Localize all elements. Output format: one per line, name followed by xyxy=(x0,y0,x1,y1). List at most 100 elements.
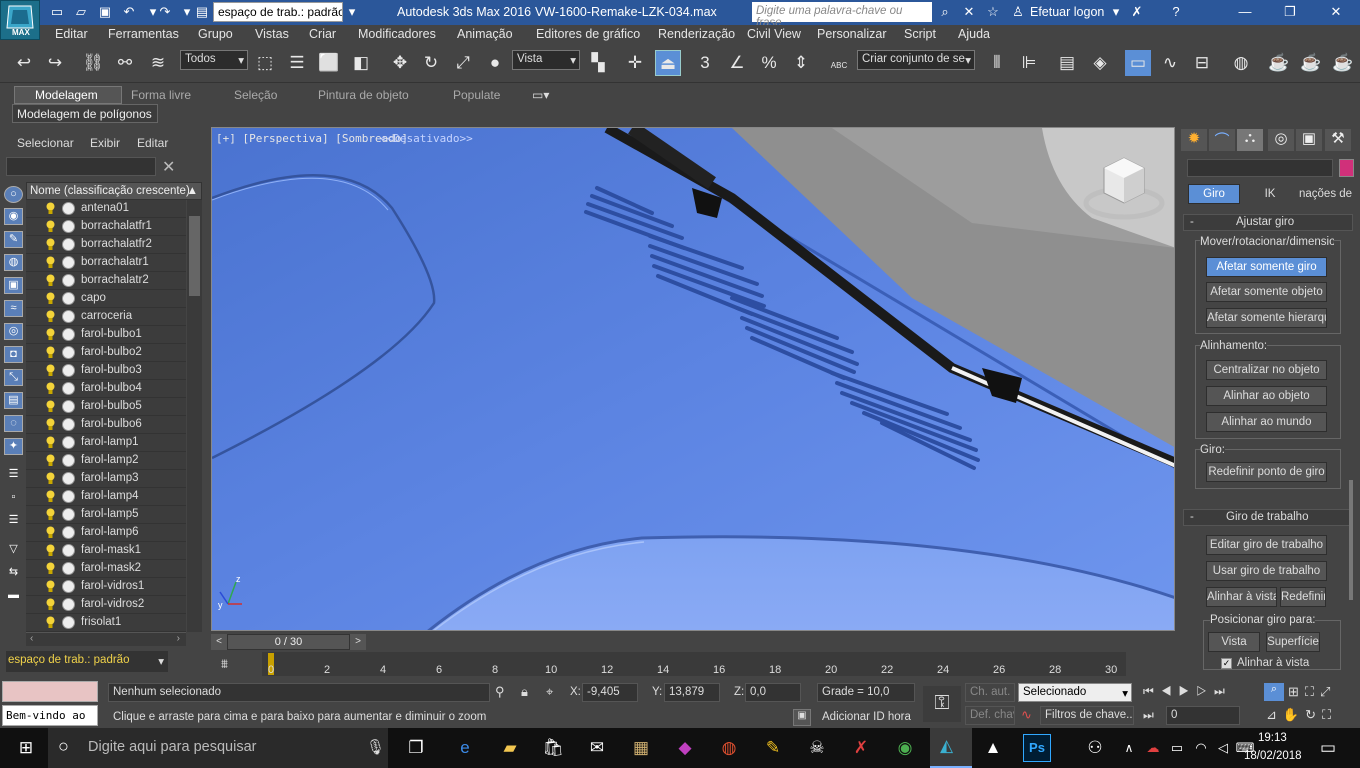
login-link[interactable]: Efetuar logon xyxy=(1030,5,1104,19)
zoom-extents-icon[interactable]: ⛶ xyxy=(1305,684,1320,699)
list-item[interactable]: farol-lamp2 xyxy=(26,452,186,470)
lightbulb-icon[interactable] xyxy=(46,526,55,539)
freeze-toggle-icon[interactable] xyxy=(62,274,75,287)
material-editor-icon[interactable]: ◍ xyxy=(1228,50,1254,76)
freeze-toggle-icon[interactable] xyxy=(62,346,75,359)
list-item[interactable]: farol-lamp3 xyxy=(26,470,186,488)
app-icon-4[interactable]: ✎ xyxy=(761,736,785,760)
freeze-toggle-icon[interactable] xyxy=(62,202,75,215)
ribbon-options-icon[interactable]: ▭▾ xyxy=(532,88,549,102)
previous-frame-icon[interactable]: ◀ xyxy=(1161,684,1179,698)
display-spacewarps-icon[interactable]: ◎ xyxy=(4,323,23,340)
lightbulb-icon[interactable] xyxy=(46,418,55,431)
list-item[interactable]: farol-lamp4 xyxy=(26,488,186,506)
perspective-viewport[interactable]: [+] [Perspectiva] [Sombreado] <<Desativa… xyxy=(211,127,1175,631)
scene-list-scrollbar[interactable] xyxy=(187,200,202,632)
field-of-view-icon[interactable]: ⊿ xyxy=(1266,707,1283,722)
maximize-viewport-icon[interactable]: ⛶ xyxy=(1322,707,1337,722)
freeze-toggle-icon[interactable] xyxy=(62,310,75,323)
list-item[interactable]: farol-lamp6 xyxy=(26,524,186,542)
isolate-selection-icon[interactable]: ⚲ xyxy=(495,684,505,700)
play-icon[interactable]: ▶ xyxy=(1179,684,1197,698)
display-groups-icon[interactable]: ◘ xyxy=(4,346,23,363)
lightbulb-icon[interactable] xyxy=(46,238,55,251)
lightbulb-icon[interactable] xyxy=(46,202,55,215)
undo-icon[interactable]: ↩ xyxy=(11,50,37,76)
layer-explorer-icon[interactable]: ◈ xyxy=(1087,50,1113,76)
list-item[interactable]: farol-mask1 xyxy=(26,542,186,560)
menu-criar[interactable]: Criar xyxy=(309,27,336,41)
select-and-place-icon[interactable]: ● xyxy=(482,50,508,76)
application-button[interactable]: MAX xyxy=(0,0,40,40)
app-icon-1[interactable]: ▦ xyxy=(629,736,653,760)
app-icon-2[interactable]: ◆ xyxy=(673,736,697,760)
zoom-icon[interactable]: ⌕ xyxy=(1264,683,1284,701)
redo-icon[interactable]: ↪ xyxy=(42,50,68,76)
subtab-modelagem-poligonos[interactable]: Modelagem de polígonos xyxy=(12,104,158,123)
auto-key-button[interactable]: Ch. aut. xyxy=(965,683,1015,702)
display-bones-icon[interactable]: ▤ xyxy=(4,392,23,409)
lightbulb-icon[interactable] xyxy=(46,274,55,287)
y-coordinate-field[interactable]: 13,879 xyxy=(664,683,720,702)
app-icon-5[interactable]: ☠ xyxy=(805,736,829,760)
menu-vistas[interactable]: Vistas xyxy=(255,27,289,41)
use-working-pivot-button[interactable]: Usar giro de trabalho xyxy=(1206,561,1327,581)
display-helpers-icon[interactable]: ≈ xyxy=(4,300,23,317)
clear-search-icon[interactable]: ✕ xyxy=(162,157,175,177)
lightbulb-icon[interactable] xyxy=(46,454,55,467)
render-production-icon[interactable]: ☕ xyxy=(1330,50,1356,76)
select-and-scale-icon[interactable]: ⤢ xyxy=(450,50,476,76)
modify-tab-icon[interactable]: ⌒ xyxy=(1209,129,1235,151)
toggle-ribbon-icon[interactable]: ▭ xyxy=(1125,50,1151,76)
display-shapes-icon[interactable]: ✎ xyxy=(4,231,23,248)
object-name-field[interactable] xyxy=(1187,159,1333,177)
set-key-button[interactable]: Def. chave xyxy=(965,706,1015,725)
lightbulb-icon[interactable] xyxy=(46,328,55,341)
redo-icon[interactable]: ↷ xyxy=(156,3,174,21)
freeze-toggle-icon[interactable] xyxy=(62,454,75,467)
app-icon-6[interactable]: ✗ xyxy=(849,736,873,760)
add-time-tag-icon[interactable]: ▣ xyxy=(793,709,811,726)
display-children-icon[interactable]: ☰ xyxy=(4,467,23,484)
freeze-toggle-icon[interactable] xyxy=(62,544,75,557)
align-to-world-button[interactable]: Alinhar ao mundo xyxy=(1206,412,1327,432)
layer-icon[interactable]: ▬ xyxy=(4,588,23,605)
edge-browser-icon[interactable]: e xyxy=(453,736,477,760)
manipulate-icon[interactable]: ✛ xyxy=(622,50,648,76)
action-center-icon[interactable]: ▭ xyxy=(1316,736,1340,760)
list-item[interactable]: capo xyxy=(26,290,186,308)
tab-pintura-objeto[interactable]: Pintura de objeto xyxy=(318,88,409,102)
list-item[interactable]: farol-vidros1 xyxy=(26,578,186,596)
align-icon[interactable]: ⊫ xyxy=(1016,50,1042,76)
time-slider-prev-button[interactable]: < xyxy=(211,634,227,650)
edit-named-selection-icon[interactable]: ABC xyxy=(826,50,852,76)
infocenter-search-input[interactable]: Digite uma palavra-chave ou frase xyxy=(752,2,932,29)
pan-view-icon[interactable]: ✋ xyxy=(1283,707,1305,722)
spinner-snap-icon[interactable]: ⇕ xyxy=(788,50,814,76)
menu-animacao[interactable]: Animação xyxy=(457,27,513,41)
schematic-view-icon[interactable]: ⊟ xyxy=(1189,50,1215,76)
list-item[interactable]: farol-bulbo5 xyxy=(26,398,186,416)
display-geometry-icon[interactable]: ◉ xyxy=(4,208,23,225)
menu-grupo[interactable]: Grupo xyxy=(198,27,233,41)
open-file-icon[interactable]: ▱ xyxy=(72,3,90,21)
tab-informacoes-vinculo[interactable]: nações de v xyxy=(1298,184,1354,204)
utilities-tab-icon[interactable]: ⚒ xyxy=(1325,129,1351,151)
lightbulb-icon[interactable] xyxy=(46,292,55,305)
scene-explorer-icon[interactable]: ▤ xyxy=(1054,50,1080,76)
lightbulb-icon[interactable] xyxy=(46,472,55,485)
viewport-disabled-label[interactable]: <<Desativado>> xyxy=(380,132,473,145)
sync-selection-icon[interactable]: ⇆ xyxy=(4,565,23,582)
select-and-link-icon[interactable]: ⛓ xyxy=(80,50,106,76)
lightbulb-icon[interactable] xyxy=(46,562,55,575)
go-to-end-icon[interactable]: ⏭ xyxy=(1214,684,1232,698)
binoculars-icon[interactable]: ⌕ xyxy=(936,3,954,21)
lightbulb-icon[interactable] xyxy=(46,598,55,611)
freeze-toggle-icon[interactable] xyxy=(62,580,75,593)
freeze-toggle-icon[interactable] xyxy=(62,418,75,431)
lightbulb-icon[interactable] xyxy=(46,346,55,359)
save-file-icon[interactable]: ▣ xyxy=(96,3,114,21)
list-item[interactable]: farol-bulbo1 xyxy=(26,326,186,344)
freeze-toggle-icon[interactable] xyxy=(62,436,75,449)
zoom-extents-all-icon[interactable]: ⤢ xyxy=(1320,684,1336,699)
